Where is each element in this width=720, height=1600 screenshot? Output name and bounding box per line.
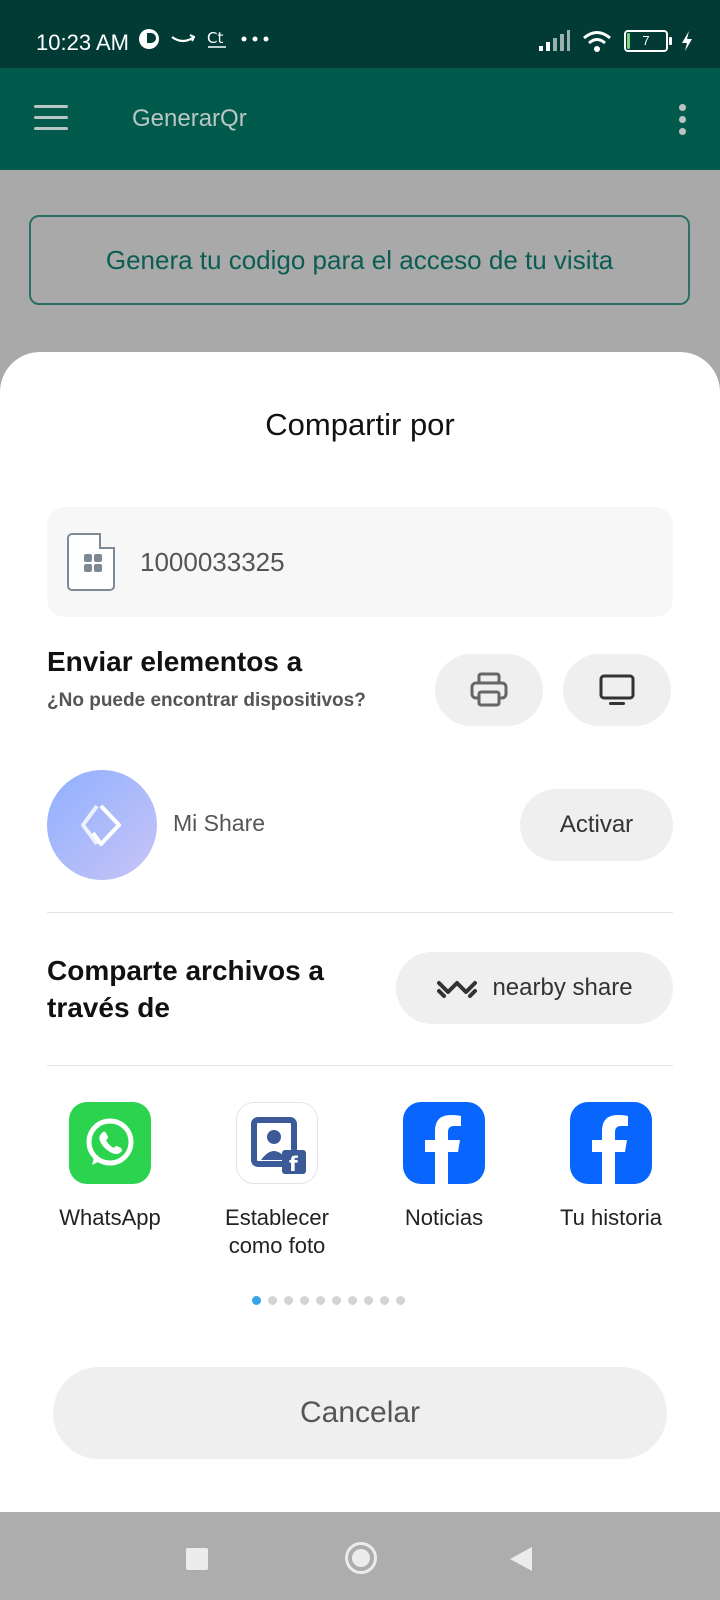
page-indicator bbox=[252, 1296, 405, 1305]
share-sheet: Compartir por 1000033325 Enviar elemento… bbox=[0, 352, 720, 1512]
file-name: 1000033325 bbox=[140, 547, 285, 577]
home-icon[interactable] bbox=[345, 1542, 377, 1574]
svg-text:f: f bbox=[289, 1152, 298, 1176]
page-dot bbox=[252, 1296, 261, 1305]
app-title: GenerarQr bbox=[132, 105, 247, 132]
page-dot bbox=[332, 1296, 341, 1305]
app-facebook-news[interactable]: Noticias bbox=[369, 1102, 519, 1232]
printer-icon bbox=[470, 672, 508, 707]
page-dot bbox=[316, 1296, 325, 1305]
app-label: Establecer como foto bbox=[225, 1205, 329, 1258]
activate-mi-share-button[interactable]: Activar bbox=[520, 789, 673, 861]
page-dot bbox=[396, 1296, 405, 1305]
nearby-share-button[interactable]: nearby share bbox=[396, 952, 673, 1024]
battery-level: 7 bbox=[642, 33, 650, 48]
app-facebook-story[interactable]: Tu historia bbox=[536, 1102, 686, 1232]
dot-icon bbox=[139, 29, 159, 49]
app-label: Noticias bbox=[404, 1205, 484, 1230]
cast-to-tv-button[interactable] bbox=[563, 654, 671, 726]
mi-share-logo bbox=[47, 770, 157, 880]
status-time: 10:23 AM bbox=[36, 30, 129, 55]
svg-text:Ct: Ct bbox=[207, 29, 223, 47]
mi-share-label: Mi Share bbox=[173, 810, 266, 836]
navigation-bar bbox=[0, 1512, 720, 1600]
nearby-section-title: Comparte archivos a través de bbox=[47, 955, 324, 1023]
share-sheet-title: Compartir por bbox=[265, 407, 455, 442]
generate-code-button[interactable]: Genera tu codigo para el acceso de tu vi… bbox=[29, 215, 690, 305]
signal-icon bbox=[539, 30, 570, 51]
page-dot bbox=[380, 1296, 389, 1305]
page-dot bbox=[300, 1296, 309, 1305]
cancel-button[interactable]: Cancelar bbox=[53, 1367, 667, 1459]
battery-icon: 7 bbox=[624, 30, 672, 52]
hamburger-menu-icon[interactable] bbox=[34, 105, 68, 131]
status-right-icons: 7 bbox=[538, 30, 694, 52]
nearby-share-icon bbox=[437, 981, 478, 998]
battery-fill bbox=[627, 33, 630, 49]
mi-share-icon bbox=[81, 804, 121, 846]
divider bbox=[47, 912, 673, 913]
app-label: Tu historia bbox=[560, 1205, 662, 1230]
app-bar: GenerarQr bbox=[0, 68, 720, 170]
more-dots-icon bbox=[241, 36, 269, 42]
facebook-icon bbox=[570, 1102, 652, 1184]
print-button[interactable] bbox=[435, 654, 543, 726]
back-icon[interactable] bbox=[510, 1547, 532, 1571]
wifi-icon bbox=[583, 31, 611, 52]
app-label: WhatsApp bbox=[59, 1205, 161, 1230]
app-whatsapp[interactable]: WhatsApp bbox=[35, 1102, 185, 1232]
amazon-icon bbox=[171, 34, 196, 43]
share-apps-row: WhatsApp f Establecer como foto Noticias… bbox=[0, 1102, 720, 1272]
divider bbox=[47, 1065, 673, 1066]
overflow-menu-icon[interactable] bbox=[678, 104, 686, 136]
charging-icon bbox=[682, 31, 692, 51]
whatsapp-icon bbox=[69, 1102, 151, 1184]
page-dot bbox=[268, 1296, 277, 1305]
page-dot bbox=[364, 1296, 373, 1305]
notification-icons: Ct bbox=[138, 28, 270, 50]
shared-file-card: 1000033325 bbox=[47, 507, 673, 617]
file-icon bbox=[67, 533, 115, 591]
send-items-title: Enviar elementos a bbox=[47, 646, 303, 677]
nearby-share-label: nearby share bbox=[492, 974, 633, 1001]
tv-icon bbox=[599, 674, 635, 705]
set-as-photo-icon: f bbox=[236, 1102, 318, 1184]
cant-find-devices-link[interactable]: ¿No puede encontrar dispositivos? bbox=[47, 690, 366, 712]
facebook-icon bbox=[403, 1102, 485, 1184]
recents-icon[interactable] bbox=[186, 1548, 208, 1570]
status-bar: 10:23 AM Ct 7 bbox=[0, 0, 720, 68]
app-set-as-photo[interactable]: f Establecer como foto bbox=[202, 1102, 352, 1260]
page-dot bbox=[284, 1296, 293, 1305]
ct-icon: Ct bbox=[207, 29, 226, 48]
page-dot bbox=[348, 1296, 357, 1305]
